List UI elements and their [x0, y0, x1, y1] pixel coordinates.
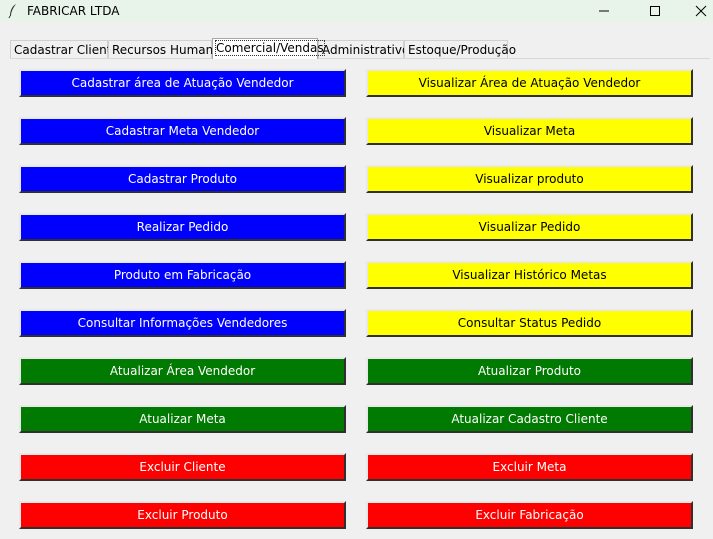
tab-label: Comercial/Vendas: [215, 40, 325, 56]
excluir-produto-button[interactable]: Excluir Produto: [19, 501, 346, 529]
excluir-meta-button[interactable]: Excluir Meta: [366, 453, 693, 481]
produto-em-fabricacao-button[interactable]: Produto em Fabricação: [19, 261, 346, 289]
excluir-cliente-button[interactable]: Excluir Cliente: [19, 453, 346, 481]
close-icon: [695, 5, 707, 17]
excluir-fabricacao-button[interactable]: Excluir Fabricação: [366, 501, 693, 529]
visualizar-area-atuacao-vendedor-button[interactable]: Visualizar Área de Atuação Vendedor: [366, 69, 693, 97]
realizar-pedido-button[interactable]: Realizar Pedido: [19, 213, 346, 241]
cadastrar-area-atuacao-vendedor-button[interactable]: Cadastrar área de Atuação Vendedor: [19, 69, 346, 97]
visualizar-produto-button[interactable]: Visualizar produto: [366, 165, 693, 193]
maximize-button[interactable]: [633, 0, 677, 22]
atualizar-meta-button[interactable]: Atualizar Meta: [19, 405, 346, 433]
tab-label: Estoque/Produção: [408, 43, 517, 57]
window-title: FABRICAR LTDA: [27, 4, 120, 18]
consultar-status-pedido-button[interactable]: Consultar Status Pedido: [366, 309, 693, 337]
tab-administrativo[interactable]: Administrativo: [318, 40, 409, 58]
title-bar[interactable]: FABRICAR LTDA: [0, 0, 713, 22]
atualizar-area-vendedor-button[interactable]: Atualizar Área Vendedor: [19, 357, 346, 385]
tab-cadastrar-cliente[interactable]: Cadastrar Cliente: [10, 40, 119, 58]
tab-estoque-producao[interactable]: Estoque/Produção: [404, 40, 516, 58]
tab-comercial-vendas[interactable]: Comercial/Vendas: [212, 38, 325, 59]
app-window: FABRICAR LTDA Cadastrar Cliente Recursos…: [0, 0, 713, 539]
cadastrar-meta-vendedor-button[interactable]: Cadastrar Meta Vendedor: [19, 117, 346, 145]
tab-label: Administrativo: [322, 43, 410, 57]
tab-label: Recursos Humano: [112, 43, 221, 57]
atualizar-cadastro-cliente-button[interactable]: Atualizar Cadastro Cliente: [366, 405, 693, 433]
feather-icon: [8, 3, 18, 19]
atualizar-produto-button[interactable]: Atualizar Produto: [366, 357, 693, 385]
minimize-button[interactable]: [582, 0, 626, 22]
close-button[interactable]: [679, 0, 713, 22]
maximize-icon: [650, 6, 660, 16]
minimize-icon: [599, 10, 609, 12]
cadastrar-produto-button[interactable]: Cadastrar Produto: [19, 165, 346, 193]
consultar-informacoes-vendedores-button[interactable]: Consultar Informações Vendedores: [19, 309, 346, 337]
visualizar-historico-metas-button[interactable]: Visualizar Histórico Metas: [366, 261, 693, 289]
visualizar-pedido-button[interactable]: Visualizar Pedido: [366, 213, 693, 241]
visualizar-meta-button[interactable]: Visualizar Meta: [366, 117, 693, 145]
tab-label: Cadastrar Cliente: [14, 43, 119, 57]
tab-recursos-humano[interactable]: Recursos Humano: [108, 40, 221, 58]
